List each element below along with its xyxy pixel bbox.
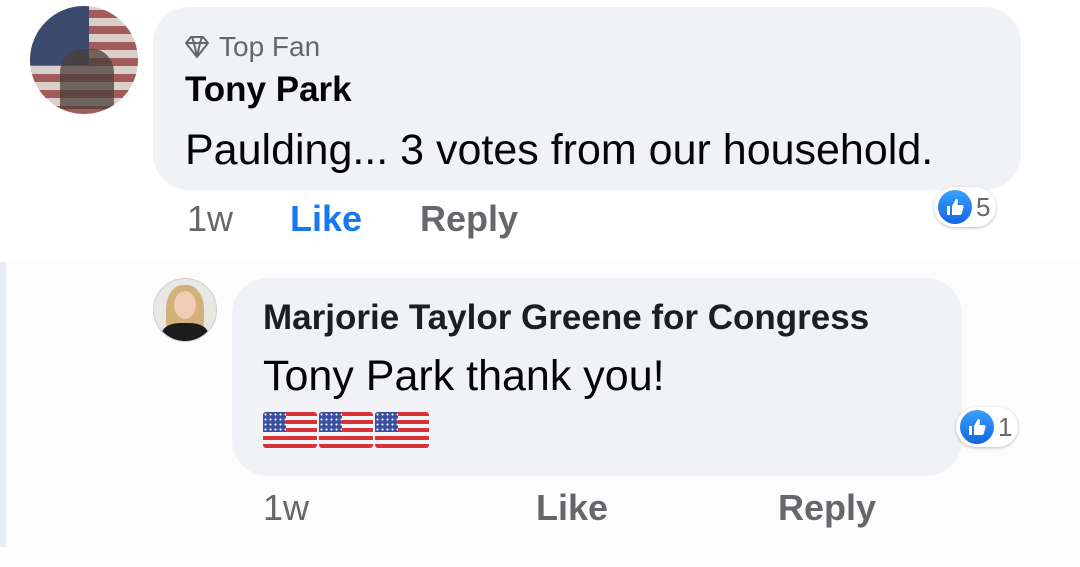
us-flag-icon bbox=[375, 412, 429, 448]
us-flag-icon bbox=[263, 412, 317, 448]
top-fan-badge: Top Fan bbox=[183, 30, 320, 64]
like-thumb-icon bbox=[938, 190, 972, 224]
comment-author-name[interactable]: Tony Park bbox=[185, 70, 352, 110]
reaction-count: 5 bbox=[976, 191, 991, 222]
comment-text: Paulding... 3 votes from our household. bbox=[185, 126, 934, 174]
us-flag-emojis bbox=[263, 412, 429, 448]
reply-text: Tony Park thank you! bbox=[263, 352, 665, 400]
reply-author-name[interactable]: Marjorie Taylor Greene for Congress bbox=[263, 298, 869, 338]
reply-reaction-summary[interactable]: 1 bbox=[956, 407, 1019, 447]
diamond-icon bbox=[185, 36, 209, 58]
reply-author-avatar[interactable] bbox=[153, 278, 217, 342]
thread-indicator-line bbox=[0, 262, 6, 547]
reply-like-button[interactable]: Like bbox=[536, 487, 608, 529]
comment-timestamp[interactable]: 1w bbox=[187, 198, 233, 240]
comment-reply-button[interactable]: Reply bbox=[420, 198, 518, 240]
like-thumb-icon bbox=[960, 410, 994, 444]
reaction-count: 1 bbox=[998, 411, 1013, 442]
comment-reaction-summary[interactable]: 5 bbox=[934, 187, 997, 227]
top-fan-label: Top Fan bbox=[219, 31, 321, 62]
reply-timestamp[interactable]: 1w bbox=[263, 487, 309, 529]
us-flag-icon bbox=[319, 412, 373, 448]
reply-reply-button[interactable]: Reply bbox=[778, 487, 876, 529]
comment-like-button[interactable]: Like bbox=[290, 198, 362, 240]
commenter-avatar[interactable] bbox=[30, 6, 138, 114]
